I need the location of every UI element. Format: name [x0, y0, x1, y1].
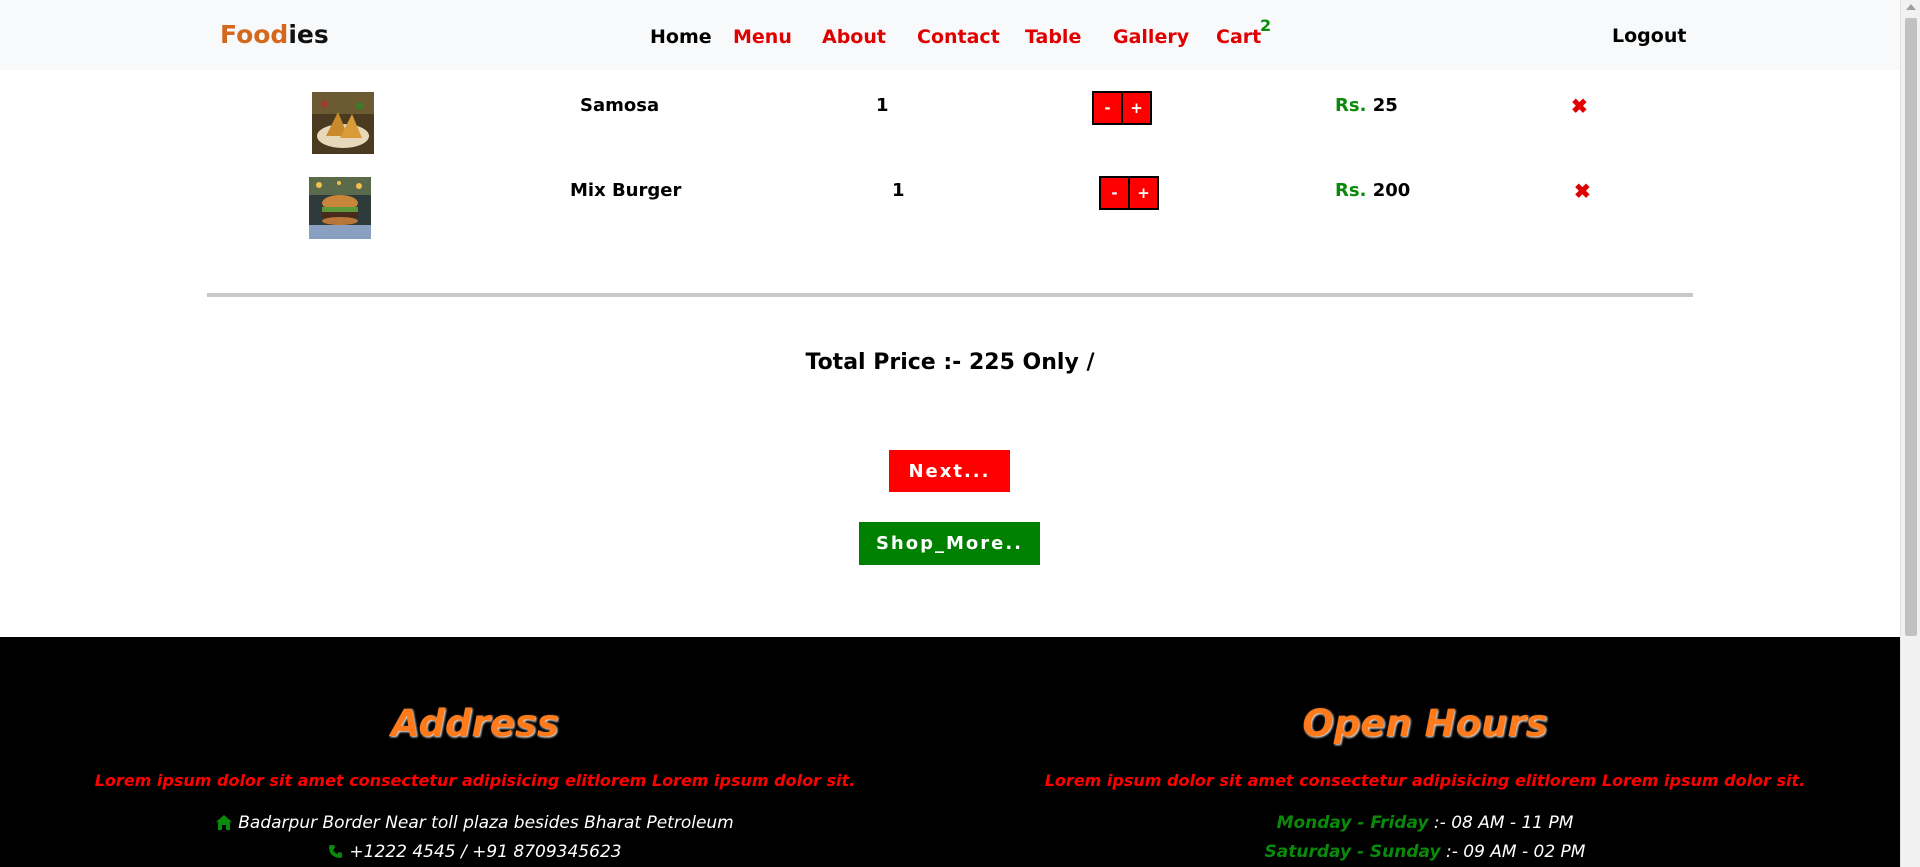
divider	[207, 293, 1693, 297]
scrollbar[interactable]	[1900, 0, 1920, 867]
address-text: Badarpur Border Near toll plaza besides …	[238, 813, 734, 833]
nav-table[interactable]: Table	[1025, 26, 1081, 48]
hours-weekend: Saturday - Sunday :- 09 AM - 02 PM	[950, 842, 1900, 862]
remove-icon[interactable]: ✖	[1571, 94, 1588, 119]
address-description: Lorem ipsum dolor sit amet consectetur a…	[94, 771, 856, 790]
brand-part-food: Food	[220, 20, 289, 49]
cart-row: Samosa 1 - + Rs. 25 ✖	[0, 90, 1900, 160]
remove-icon[interactable]: ✖	[1574, 179, 1591, 204]
weekend-time: :- 09 AM - 02 PM	[1445, 842, 1586, 862]
item-quantity: 1	[892, 180, 905, 201]
nav-contact[interactable]: Contact	[917, 26, 1000, 48]
hours-weekday: Monday - Friday :- 08 AM - 11 PM	[950, 813, 1900, 833]
weekend-label: Saturday - Sunday	[1264, 842, 1441, 862]
address-location: Badarpur Border Near toll plaza besides …	[0, 813, 950, 835]
brand-logo[interactable]: Foodies	[220, 20, 329, 49]
item-price: Rs. 25	[1335, 95, 1398, 116]
nav-home[interactable]: Home	[650, 26, 712, 48]
brand-part-ies: ies	[288, 20, 329, 49]
total-price: Total Price :- 225 Only /	[805, 350, 1095, 375]
item-quantity: 1	[876, 95, 889, 116]
scrollbar-thumb[interactable]	[1905, 18, 1917, 636]
burger-image	[309, 177, 371, 239]
cart-row: Mix Burger 1 - + Rs. 200 ✖	[0, 175, 1900, 245]
item-price: Rs. 200	[1335, 180, 1410, 201]
item-name: Mix Burger	[570, 180, 682, 201]
quantity-stepper: - +	[1092, 91, 1152, 125]
nav-about[interactable]: About	[822, 26, 886, 48]
hours-heading: Open Hours	[1302, 702, 1548, 745]
price-value: 200	[1372, 180, 1411, 201]
nav-cart[interactable]: Cart	[1216, 26, 1261, 48]
footer: Address Lorem ipsum dolor sit amet conse…	[0, 637, 1900, 867]
weekday-time: :- 08 AM - 11 PM	[1433, 813, 1574, 833]
nav-gallery[interactable]: Gallery	[1113, 26, 1189, 48]
shop-more-button[interactable]: Shop_More..	[859, 522, 1040, 565]
navbar: Foodies Home Menu About Contact Table Ga…	[0, 0, 1900, 70]
decrease-button[interactable]: -	[1094, 93, 1122, 123]
cart-count-badge: 2	[1260, 16, 1272, 35]
decrease-button[interactable]: -	[1101, 178, 1129, 208]
address-phone: +1222 4545 / +91 8709345623	[0, 842, 950, 864]
nav-menu[interactable]: Menu	[733, 26, 792, 48]
item-name: Samosa	[580, 95, 660, 116]
samosa-image	[312, 92, 374, 154]
price-currency-label: Rs.	[1335, 95, 1367, 116]
next-button[interactable]: Next...	[889, 450, 1010, 492]
increase-button[interactable]: +	[1122, 93, 1150, 123]
phone-text: +1222 4545 / +91 8709345623	[349, 842, 622, 862]
increase-button[interactable]: +	[1129, 178, 1157, 208]
scroll-up-arrow-icon[interactable]	[1906, 4, 1916, 10]
quantity-stepper: - +	[1099, 176, 1159, 210]
phone-icon	[328, 844, 343, 864]
home-icon	[216, 815, 233, 835]
hours-description: Lorem ipsum dolor sit amet consectetur a…	[1044, 771, 1806, 790]
nav-logout[interactable]: Logout	[1612, 25, 1686, 47]
weekday-label: Monday - Friday	[1276, 813, 1429, 833]
address-heading: Address	[391, 702, 559, 745]
price-currency-label: Rs.	[1335, 180, 1367, 201]
price-value: 25	[1372, 95, 1398, 116]
